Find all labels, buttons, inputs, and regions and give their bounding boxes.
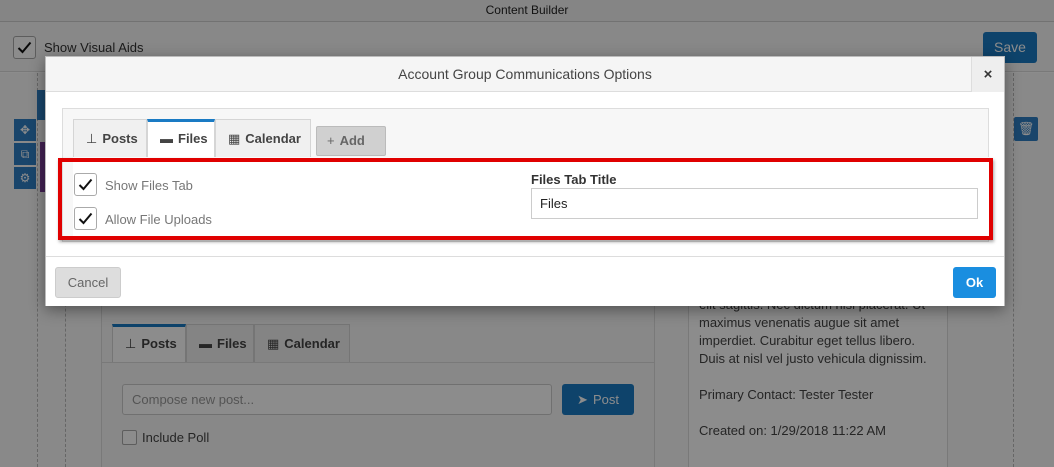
dialog-footer: Cancel Ok (46, 256, 1004, 306)
cancel-button[interactable]: Cancel (55, 267, 121, 298)
dialog-header: Account Group Communications Options × (46, 57, 1004, 92)
pushpin-icon: ⊥ (86, 131, 98, 146)
tab-label: Files (178, 131, 208, 146)
plus-icon: + (327, 133, 335, 148)
tab-posts[interactable]: ⊥ Posts (73, 119, 147, 157)
dialog-title: Account Group Communications Options (398, 66, 652, 82)
folder-icon: ▬ (160, 131, 173, 146)
calendar-icon: ▦ (228, 131, 241, 146)
close-button[interactable]: × (971, 57, 1004, 92)
ok-button[interactable]: Ok (953, 267, 996, 298)
tab-calendar[interactable]: ▦ Calendar (215, 119, 311, 157)
tab-files[interactable]: ▬ Files (147, 119, 215, 157)
tab-label: Posts (102, 131, 138, 146)
tab-label: Calendar (245, 131, 301, 146)
options-dialog: Account Group Communications Options × ⊥… (45, 56, 1005, 306)
add-custom-tab-button[interactable]: +Add Custom Tab (316, 126, 387, 204)
highlight-box (58, 158, 993, 240)
